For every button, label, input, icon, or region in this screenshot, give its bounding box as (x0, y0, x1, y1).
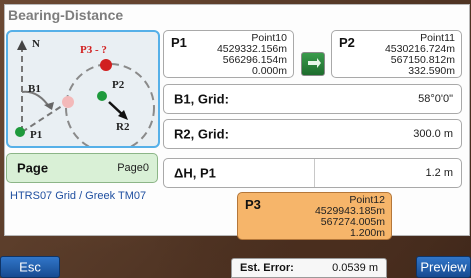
p3-box-label: P3 (245, 197, 261, 212)
b1-grid-field[interactable]: B1, Grid: 58°0'0" (163, 84, 462, 114)
p2-height: 332.590m (408, 65, 455, 77)
p3-values: Point12 4529943.185m 567274.005m 1.200m (315, 195, 385, 239)
b1-label: B1 (28, 83, 41, 95)
p3-point-icon (100, 59, 112, 71)
r2-grid-value: 300.0 m (413, 128, 453, 140)
preview-button[interactable]: Preview (416, 256, 471, 278)
dh-p1-value: 1.2 m (425, 167, 453, 179)
b1-grid-value: 58°0'0" (418, 93, 453, 105)
p2-values: Point11 4530216.724m 567150.812m 332.590… (385, 33, 455, 77)
radius-circle (65, 63, 155, 153)
esc-button-label: Esc (19, 259, 41, 275)
est-error-value: 0.0539 m (332, 262, 378, 274)
diagram-svg: N B1 P3 - ? P2 R2 P1 (15, 38, 155, 153)
p1-label: P1 (30, 129, 42, 141)
dh-divider (314, 159, 315, 187)
p3-result-box[interactable]: P3 Point12 4529943.185m 567274.005m 1.20… (237, 192, 392, 240)
r2-label: R2 (116, 121, 130, 133)
p1-values: Point10 4529332.156m 566296.154m 0.000m (217, 33, 287, 77)
estimated-error-display: Est. Error: 0.0539 m (231, 258, 387, 278)
p2-label: P2 (112, 79, 125, 91)
coordinate-system-link[interactable]: HTRS07 Grid / Greek TM07 (10, 190, 146, 202)
r2-grid-label: R2, Grid: (174, 126, 229, 142)
dh-p1-label: ΔH, P1 (174, 165, 216, 181)
p3-label: P3 - ? (80, 44, 107, 56)
preview-button-label: Preview (420, 259, 467, 275)
p2-box-label: P2 (339, 35, 355, 50)
page-value: Page0 (117, 162, 149, 174)
bearing-line (21, 101, 69, 133)
p1-point-icon (15, 127, 25, 137)
north-arrow-icon (17, 40, 27, 50)
esc-button[interactable]: Esc (0, 256, 60, 278)
p2-point-icon (97, 91, 107, 101)
p1-box-label: P1 (171, 35, 187, 50)
b1-grid-label: B1, Grid: (174, 91, 229, 107)
page-title: Bearing-Distance (8, 7, 124, 23)
intermediate-point-icon (62, 96, 74, 108)
page-selector[interactable]: Page Page0 (6, 153, 158, 183)
swap-points-button[interactable] (301, 52, 325, 76)
p2-point-box[interactable]: P2 Point11 4530216.724m 567150.812m 332.… (331, 30, 462, 78)
r2-grid-field[interactable]: R2, Grid: 300.0 m (163, 119, 462, 149)
north-label: N (32, 38, 40, 50)
page-label: Page (17, 160, 49, 176)
p1-height: 0.000m (251, 65, 287, 77)
swap-icon (308, 58, 321, 68)
p1-point-box[interactable]: P1 Point10 4529332.156m 566296.154m 0.00… (163, 30, 294, 78)
est-error-label: Est. Error: (240, 262, 294, 274)
dh-p1-field[interactable]: ΔH, P1 1.2 m (163, 158, 462, 188)
bearing-distance-diagram: N B1 P3 - ? P2 R2 P1 (6, 30, 160, 153)
